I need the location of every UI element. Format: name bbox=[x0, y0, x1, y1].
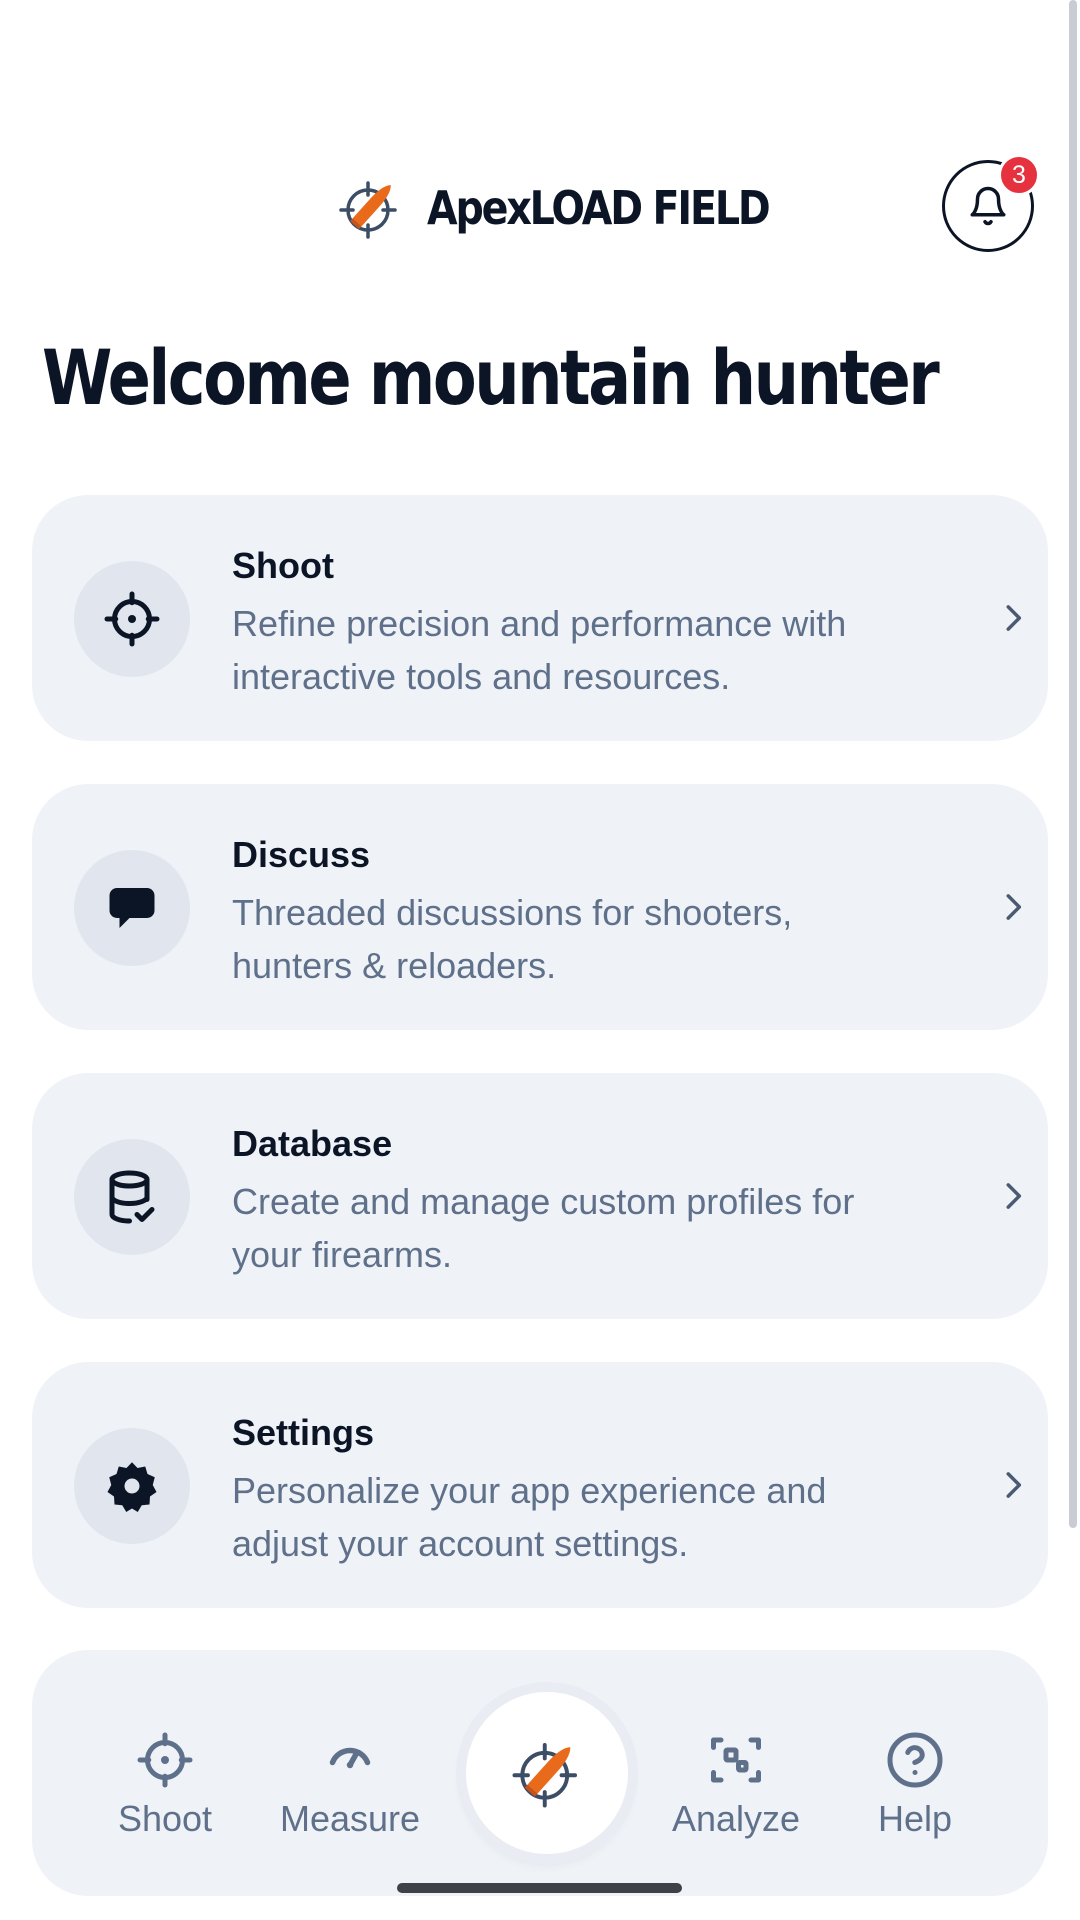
gear-icon bbox=[107, 1462, 157, 1512]
chevron-right-icon bbox=[1006, 894, 1022, 920]
nav-item-shoot[interactable]: Shoot bbox=[75, 1730, 255, 1840]
nav-item-analyze[interactable]: Analyze bbox=[646, 1730, 826, 1840]
menu-card-description: Create and manage custom profiles for yo… bbox=[232, 1181, 855, 1275]
card-icon-circle bbox=[74, 850, 190, 966]
nav-item-measure[interactable]: Measure bbox=[260, 1730, 440, 1840]
notification-badge: 3 bbox=[998, 154, 1040, 196]
menu-card-shoot[interactable]: Shoot Refine precision and performance w… bbox=[32, 495, 1048, 741]
chevron-right-icon bbox=[1006, 1183, 1022, 1209]
menu-card-settings[interactable]: Settings Personalize your app experience… bbox=[32, 1362, 1048, 1608]
menu-card-database[interactable]: Database Create and manage custom profil… bbox=[32, 1073, 1048, 1319]
page-title: Welcome mountain hunter bbox=[42, 333, 940, 422]
nav-label: Help bbox=[877, 1798, 953, 1839]
database-check-icon bbox=[109, 1170, 155, 1224]
crosshair-bullet-logo-icon bbox=[512, 1743, 577, 1808]
menu-card-title: Database bbox=[232, 1123, 393, 1164]
menu-card-discuss[interactable]: Discuss Threaded discussions for shooter… bbox=[32, 784, 1048, 1030]
notifications-button[interactable]: 3 bbox=[942, 154, 1040, 252]
menu-card-description: Refine precision and performance with in… bbox=[232, 603, 847, 697]
nav-label: Shoot bbox=[117, 1798, 213, 1839]
card-icon-circle bbox=[74, 1428, 190, 1544]
card-icon-circle bbox=[74, 561, 190, 677]
menu-card-title: Settings bbox=[232, 1412, 375, 1453]
chat-bubble-icon bbox=[109, 888, 155, 928]
center-action-button[interactable] bbox=[466, 1692, 628, 1854]
nav-label: Measure bbox=[279, 1798, 421, 1839]
brand-name: ApexLOAD FIELD bbox=[427, 181, 771, 235]
crosshair-bullet-logo-icon bbox=[339, 181, 397, 239]
nav-label: Analyze bbox=[671, 1798, 801, 1839]
menu-card-description: Threaded discussions for shooters, hunte… bbox=[232, 892, 793, 986]
menu-card-title: Shoot bbox=[232, 545, 334, 586]
home-indicator[interactable] bbox=[397, 1883, 682, 1893]
chevron-right-icon bbox=[1006, 605, 1022, 631]
card-icon-circle bbox=[74, 1139, 190, 1255]
bell-icon bbox=[970, 186, 1006, 226]
help-circle-icon bbox=[887, 1732, 943, 1788]
menu-card-title: Discuss bbox=[232, 834, 371, 875]
menu-card-description: Personalize your app experience and adju… bbox=[232, 1470, 827, 1564]
crosshair-icon bbox=[137, 1732, 193, 1788]
scan-icon bbox=[711, 1737, 761, 1783]
scrollbar[interactable] bbox=[1069, 0, 1077, 1528]
gauge-icon bbox=[329, 1747, 371, 1769]
app-brand: ApexLOAD FIELD bbox=[337, 172, 824, 244]
nav-item-help[interactable]: Help bbox=[825, 1730, 1005, 1840]
chevron-right-icon bbox=[1006, 1472, 1022, 1498]
crosshair-icon bbox=[104, 591, 160, 647]
bottom-navigation: Shoot Measure Analyze Help bbox=[32, 1650, 1048, 1896]
